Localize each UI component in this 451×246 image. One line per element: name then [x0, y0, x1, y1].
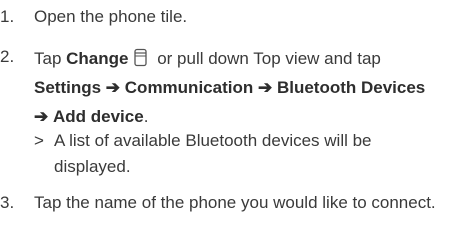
- step-2-result: > A list of available Bluetooth devices …: [34, 128, 449, 180]
- step-text: Tap the name of the phone you would like…: [34, 193, 436, 212]
- arrow-glyph: ➔: [105, 78, 121, 97]
- step-number: 1.: [0, 7, 15, 26]
- change-label: Change: [66, 49, 129, 68]
- add-device-label: Add device: [52, 107, 144, 126]
- result-marker: >: [34, 131, 44, 150]
- arrow-glyph: ➔: [257, 78, 273, 97]
- settings-label: Settings: [34, 78, 102, 97]
- step-text: Tap Change or pull down Top view and tap…: [34, 44, 444, 131]
- step-1: 1. Open the phone tile.: [0, 4, 451, 30]
- step-number: 2.: [0, 47, 15, 66]
- result-text: A list of available Bluetooth devices wi…: [54, 131, 372, 176]
- step-text: Open the phone tile.: [34, 7, 188, 26]
- tap-text: Tap: [34, 49, 67, 68]
- or-pull-text: or pull down Top view and tap: [152, 49, 381, 68]
- step-3: 3. Tap the name of the phone you would l…: [0, 190, 451, 242]
- step-number: 3.: [0, 193, 15, 212]
- period: .: [143, 107, 149, 126]
- arrow-glyph: ➔: [34, 107, 49, 126]
- step-2: 2. Tap Change or pull down Top view and …: [0, 44, 451, 136]
- communication-label: Communication: [124, 78, 254, 97]
- bluetooth-devices-label: Bluetooth Devices: [276, 78, 426, 97]
- change-icon: [133, 48, 148, 67]
